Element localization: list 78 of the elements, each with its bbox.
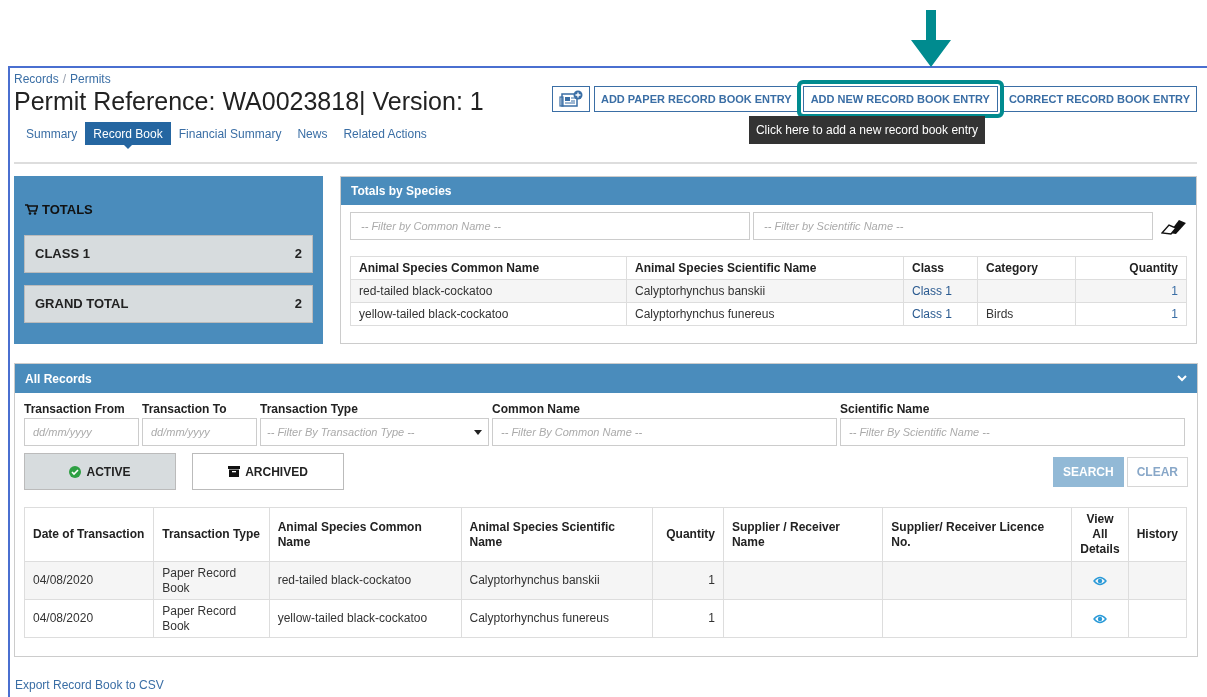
cart-icon bbox=[25, 204, 38, 216]
check-circle-icon bbox=[69, 465, 82, 478]
table-cell: yellow-tailed black-cockatoo bbox=[350, 302, 627, 326]
newspaper-plus-icon bbox=[558, 90, 583, 108]
table-cell: Class 1 bbox=[903, 302, 978, 326]
tab[interactable]: Financial Summary bbox=[170, 122, 290, 145]
eye-icon[interactable] bbox=[1092, 614, 1107, 625]
filter-field[interactable]: -- Filter By Scientific Name -- bbox=[840, 418, 1185, 446]
eye-icon[interactable] bbox=[1092, 576, 1107, 587]
table-cell: Birds bbox=[977, 302, 1076, 326]
filter-field[interactable]: -- Filter By Common Name -- bbox=[492, 418, 837, 446]
archive-box-icon bbox=[228, 466, 241, 477]
table-cell: Calyptorhynchus funereus bbox=[461, 599, 653, 638]
table-cell: red-tailed black-cockatoo bbox=[269, 561, 462, 600]
table-cell: Calyptorhynchus funereus bbox=[626, 302, 904, 326]
record-entry-button[interactable]: ADD NEW RECORD BOOK ENTRY bbox=[796, 80, 1004, 118]
totals-title: TOTALS bbox=[42, 201, 93, 219]
total-label: CLASS 1 bbox=[35, 244, 90, 263]
filter-label: Transaction From bbox=[24, 401, 126, 418]
record-entry-button[interactable]: CORRECT RECORD BOOK ENTRY bbox=[1001, 86, 1197, 112]
dropdown-placeholder: -- Filter By Transaction Type -- bbox=[267, 424, 415, 440]
table-cell: Calyptorhynchus banskii bbox=[626, 279, 904, 303]
column-header: Category bbox=[977, 256, 1076, 280]
filter-label: Transaction Type bbox=[260, 401, 359, 418]
eraser-icon[interactable] bbox=[1161, 217, 1187, 235]
table-cell: red-tailed black-cockatoo bbox=[350, 279, 627, 303]
column-header: Quantity bbox=[652, 507, 724, 562]
column-header: Supplier / Receiver Name bbox=[723, 507, 883, 562]
column-header: Supplier/ Receiver Licence No. bbox=[882, 507, 1072, 562]
column-header: Animal Species Common Name bbox=[350, 256, 627, 280]
table-cell: Class 1 bbox=[903, 279, 978, 303]
table-cell: Paper Record Book bbox=[153, 561, 270, 600]
total-value: 2 bbox=[294, 294, 302, 313]
tab[interactable]: Related Actions bbox=[335, 122, 435, 145]
status-toggle[interactable]: ARCHIVED bbox=[192, 453, 344, 490]
total-value: 2 bbox=[294, 244, 302, 263]
tab[interactable]: News bbox=[289, 122, 336, 145]
column-header: Date of Transaction bbox=[24, 507, 154, 562]
table-cell: 1 bbox=[652, 561, 724, 600]
export-link[interactable]: Export Record Book to CSV bbox=[15, 676, 1197, 694]
filter-field[interactable]: -- Filter by Scientific Name -- bbox=[753, 212, 1154, 240]
filter-label: Transaction To bbox=[142, 401, 228, 418]
breadcrumb-separator: / bbox=[62, 71, 67, 88]
chevron-down-icon[interactable] bbox=[1177, 375, 1187, 382]
panel-title: All Records bbox=[25, 370, 92, 388]
total-label: GRAND TOTAL bbox=[35, 294, 129, 313]
filter-field[interactable]: -- Filter by Common Name -- bbox=[350, 212, 751, 240]
add-news-button[interactable] bbox=[551, 86, 590, 112]
table-cell: 04/08/2020 bbox=[24, 599, 154, 638]
table-cell: Paper Record Book bbox=[153, 599, 270, 638]
column-header: Animal Species Common Name bbox=[269, 507, 462, 562]
column-header: History bbox=[1128, 507, 1187, 562]
column-header: Animal Species Scientific Name bbox=[626, 256, 904, 280]
tooltip: Click here to add a new record book entry bbox=[748, 116, 986, 144]
filter-label: Common Name bbox=[492, 401, 581, 418]
caret-icon bbox=[474, 429, 482, 435]
panel-header: Totals by Species bbox=[341, 177, 1196, 205]
column-header: Transaction Type bbox=[153, 507, 270, 562]
column-header: Quantity bbox=[1075, 256, 1187, 280]
table-cell: 1 bbox=[652, 599, 724, 638]
column-header: Class bbox=[903, 256, 978, 280]
page-title: Permit Reference: WA0023818| Version: 1 bbox=[14, 86, 484, 116]
breadcrumb-link[interactable]: Permits bbox=[70, 70, 111, 88]
table-cell: 04/08/2020 bbox=[24, 561, 154, 600]
filter-field[interactable]: dd/mm/yyyy bbox=[142, 418, 257, 446]
column-header: View All Details bbox=[1071, 507, 1129, 562]
filter-label: Scientific Name bbox=[840, 401, 931, 418]
breadcrumb-link[interactable]: Records bbox=[14, 70, 59, 88]
column-header: Animal Species Scientific Name bbox=[461, 507, 653, 562]
table-cell: 1 bbox=[1075, 279, 1187, 303]
tab[interactable]: Summary bbox=[18, 122, 86, 145]
table-cell: yellow-tailed black-cockatoo bbox=[269, 599, 462, 638]
table-cell: Calyptorhynchus banskii bbox=[461, 561, 653, 600]
record-entry-button[interactable]: ADD PAPER RECORD BOOK ENTRY bbox=[593, 86, 799, 112]
status-toggle[interactable]: ACTIVE bbox=[24, 453, 176, 490]
table-cell: 1 bbox=[1075, 302, 1187, 326]
filter-field[interactable]: dd/mm/yyyy bbox=[24, 418, 139, 446]
down-arrow bbox=[911, 10, 951, 67]
